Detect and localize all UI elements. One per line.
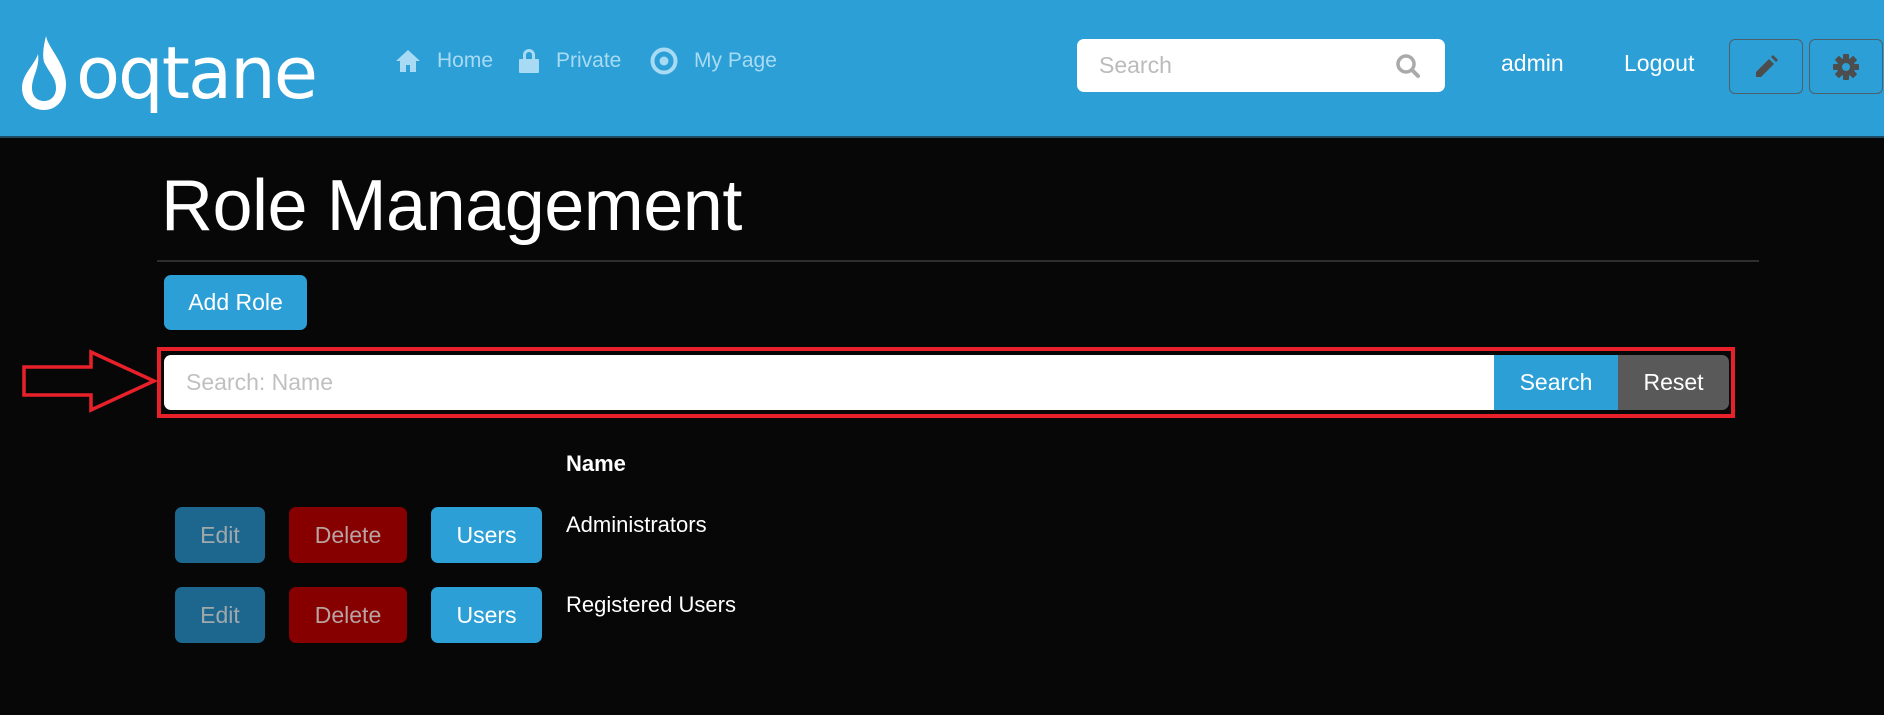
edit-button[interactable]: Edit — [175, 507, 265, 563]
nav-item-label: Home — [437, 49, 494, 72]
search-icon[interactable] — [1395, 53, 1421, 79]
page-title: Role Management — [161, 166, 742, 246]
search-button[interactable]: Search — [1494, 355, 1618, 410]
nav-item-label: Private — [556, 49, 622, 72]
role-search-input[interactable] — [164, 355, 1496, 410]
annotation-arrow-icon — [22, 349, 158, 413]
nav-item-private[interactable]: Private — [518, 46, 621, 76]
pencil-icon — [1756, 54, 1778, 77]
add-role-button[interactable]: Add Role — [164, 275, 307, 330]
nav-item-home[interactable]: Home — [395, 46, 493, 76]
users-button[interactable]: Users — [431, 587, 542, 643]
settings-button[interactable] — [1809, 39, 1883, 94]
column-header-name: Name — [566, 451, 626, 476]
target-icon — [650, 47, 678, 75]
gear-icon — [1833, 53, 1859, 80]
site-header: oqtane Home Private My Page admin Logout — [0, 0, 1884, 138]
nav-item-my-page[interactable]: My Page — [650, 46, 777, 76]
title-divider — [157, 260, 1759, 262]
reset-button[interactable]: Reset — [1618, 355, 1729, 410]
delete-button[interactable]: Delete — [289, 507, 407, 563]
oqtane-logo[interactable]: oqtane — [18, 34, 358, 114]
user-profile-link[interactable]: admin — [1501, 50, 1564, 77]
role-name: Registered Users — [566, 592, 736, 617]
lock-icon — [519, 49, 539, 73]
site-search-input[interactable] — [1099, 39, 1379, 92]
edit-mode-button[interactable] — [1729, 39, 1803, 94]
edit-button[interactable]: Edit — [175, 587, 265, 643]
site-search — [1077, 39, 1445, 92]
svg-text:oqtane: oqtane — [76, 34, 316, 114]
role-name: Administrators — [566, 512, 707, 537]
home-icon — [396, 50, 420, 72]
logout-link[interactable]: Logout — [1624, 50, 1694, 77]
nav-item-label: My Page — [694, 49, 777, 72]
delete-button[interactable]: Delete — [289, 587, 407, 643]
users-button[interactable]: Users — [431, 507, 542, 563]
